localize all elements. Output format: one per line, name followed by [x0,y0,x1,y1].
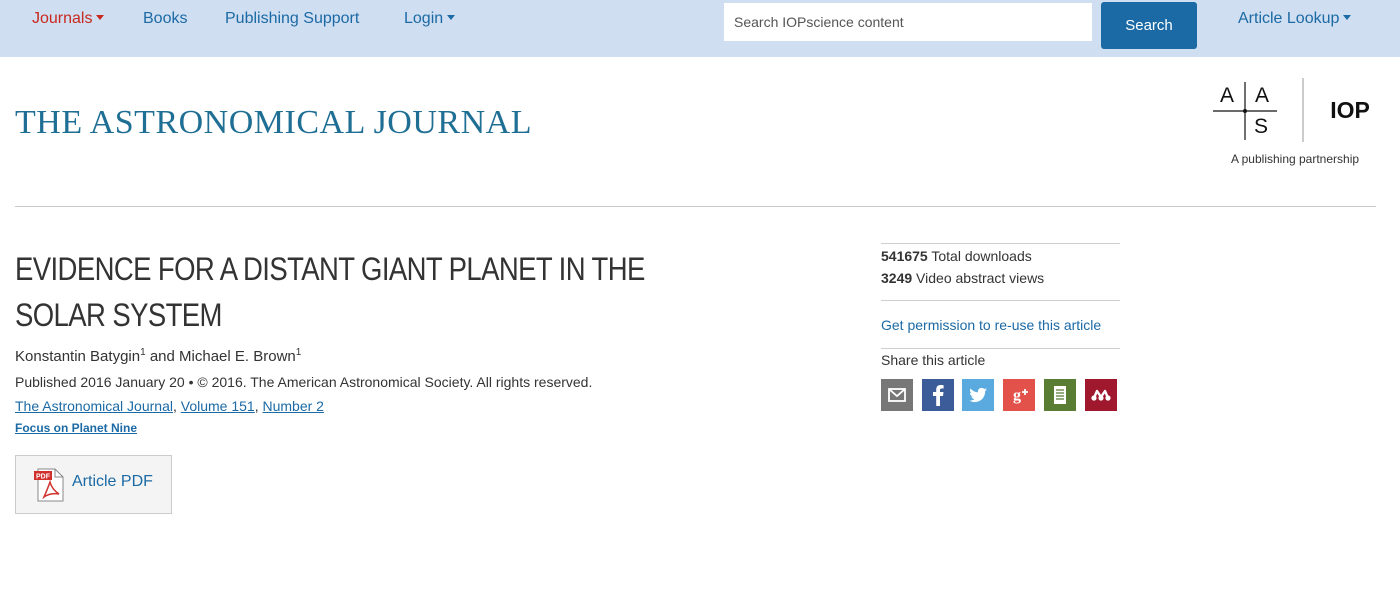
nav-login-dropdown[interactable]: Login [404,10,456,28]
facebook-icon [922,379,954,411]
top-nav: Journals Books Publishing Support Login … [0,0,1400,57]
published-date: Published 2016 January 20 [15,374,185,390]
downloads-label: Total downloads [931,248,1032,264]
google-plus-icon: g [1003,379,1035,411]
author-separator: and [149,348,175,365]
nav-journals-label: Journals [32,10,93,27]
search-input[interactable] [723,2,1093,42]
share-mendeley-button[interactable] [1085,379,1117,411]
email-icon [881,379,913,411]
sidebar-rule [881,348,1120,349]
author-affiliation[interactable]: 1 [140,347,146,358]
article-pdf-label: Article PDF [72,473,153,490]
journal-title[interactable]: THE ASTRONOMICAL JOURNAL [15,104,532,142]
share-citeulike-button[interactable] [1044,379,1076,411]
nav-article-lookup-label: Article Lookup [1238,10,1340,27]
journal-links: The Astronomical Journal, Volume 151, Nu… [15,398,324,414]
article-title: EVIDENCE FOR A DISTANT GIANT PLANET IN T… [15,251,645,333]
video-views-metric: 3249 Video abstract views [881,270,1044,286]
share-label: Share this article [881,352,986,368]
iop-logo-text: IOP [1330,97,1370,123]
downloads-count: 541675 [881,248,928,264]
focus-collection-link[interactable]: Focus on Planet Nine [15,421,137,435]
aas-letter-a1: A [1220,84,1234,107]
author-name[interactable]: Konstantin Batygin [15,348,140,365]
author-name[interactable]: Michael E. Brown [179,348,296,365]
article-pdf-button[interactable]: PDF Article PDF [15,455,172,514]
sidebar-rule [881,300,1120,301]
nav-publishing-support[interactable]: Publishing Support [225,10,359,28]
journal-link[interactable]: The Astronomical Journal [15,398,173,414]
caret-down-icon [447,15,456,20]
issue-number-link[interactable]: Number 2 [262,398,323,414]
share-google-plus-button[interactable]: g [1003,379,1035,411]
partnership-caption: A publishing partnership [1230,152,1360,166]
caret-down-icon [96,15,105,20]
share-twitter-button[interactable] [962,379,994,411]
aas-letter-s: S [1254,115,1268,138]
header-divider [15,206,1376,207]
caret-down-icon [1343,15,1352,20]
video-views-count: 3249 [881,270,913,286]
nav-article-lookup-dropdown[interactable]: Article Lookup [1238,10,1352,28]
video-views-label: Video abstract views [916,270,1045,286]
aas-letter-a2: A [1255,84,1269,107]
sidebar-rule [881,243,1120,244]
twitter-icon [962,379,994,411]
bullet-separator: • [188,374,194,390]
article-authors: Konstantin Batygin1 and Michael E. Brown… [15,347,301,365]
nav-journals-dropdown[interactable]: Journals [32,10,105,28]
nav-login-label: Login [404,10,444,27]
search-button[interactable]: Search [1101,2,1197,49]
copyright-notice: © 2016. The American Astronomical Societ… [197,374,593,390]
citeulike-icon [1044,379,1076,411]
publication-line: Published 2016 January 20 • © 2016. The … [15,374,592,390]
pdf-file-icon: PDF [34,468,64,502]
nav-books[interactable]: Books [143,10,187,28]
aas-logo: A A S [1213,82,1277,140]
share-email-button[interactable] [881,379,913,411]
volume-link[interactable]: Volume 151 [181,398,255,414]
pdf-badge-text: PDF [36,474,51,481]
permission-link[interactable]: Get permission to re-use this article [881,317,1101,333]
total-downloads-metric: 541675 Total downloads [881,248,1032,264]
mendeley-icon [1085,379,1117,411]
share-facebook-button[interactable] [922,379,954,411]
author-affiliation[interactable]: 1 [296,347,302,358]
svg-text:g: g [1013,387,1021,404]
